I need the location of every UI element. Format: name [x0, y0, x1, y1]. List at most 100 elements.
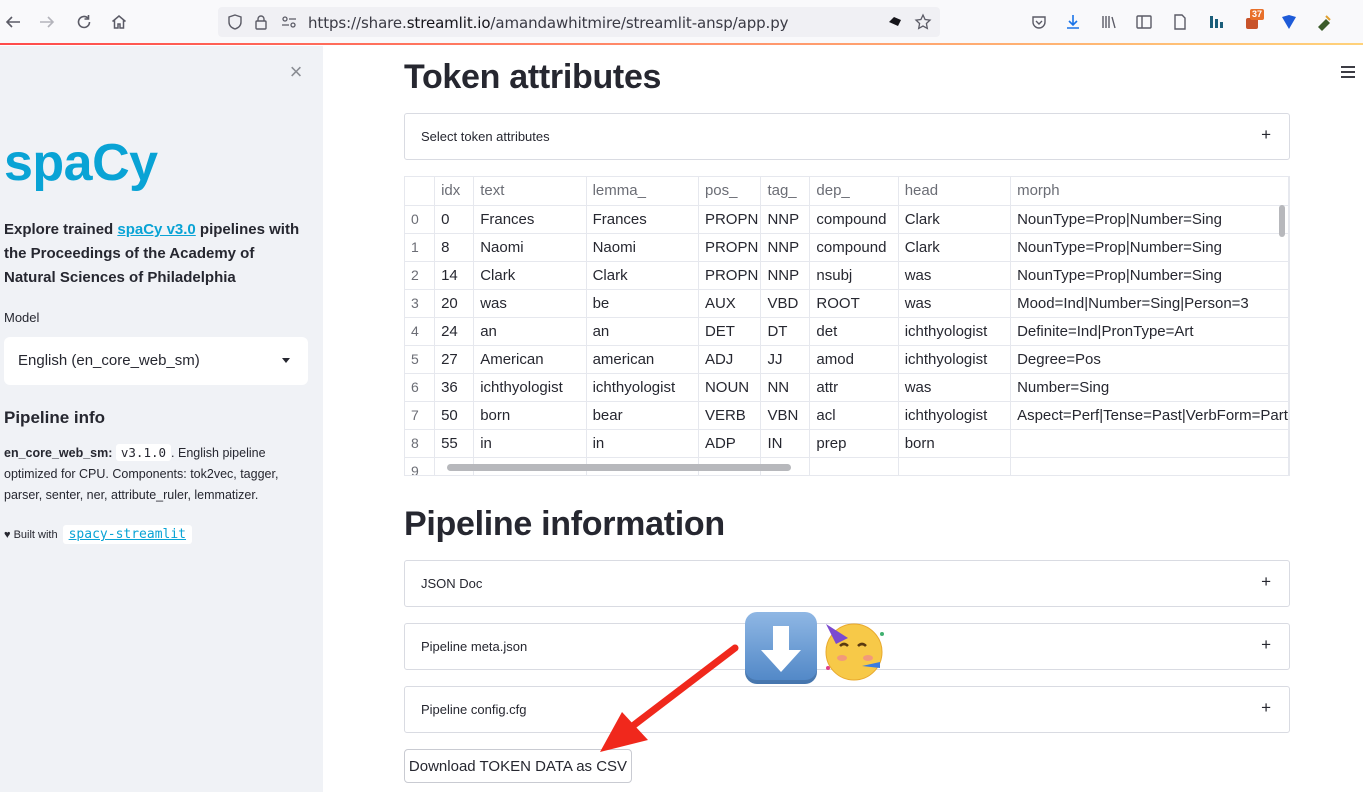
pipeline-version: v3.1.0 [115, 444, 172, 461]
column-header-text[interactable]: text [473, 177, 587, 206]
table-cell: was [898, 289, 1012, 318]
table-cell: acl [809, 401, 899, 430]
intro-prefix: Explore trained [4, 221, 118, 238]
reader-mode-icon[interactable] [886, 13, 904, 31]
table-row[interactable]: 5 27 American american ADJ JJ amod ichthyologis… [405, 345, 1289, 374]
vertical-scrollbar[interactable] [1279, 205, 1285, 237]
bookmark-star-icon[interactable] [914, 13, 932, 31]
table-cell [1010, 429, 1289, 458]
table-cell [809, 457, 899, 475]
stats-extension-icon[interactable] [1206, 12, 1226, 32]
reload-icon[interactable] [71, 9, 97, 35]
table-cell: 0 [434, 205, 475, 234]
url-bar[interactable]: https://share.streamlit.io/amandawhitmir… [218, 7, 940, 37]
expand-plus-icon: + [1261, 698, 1271, 717]
table-row[interactable]: 3 20 was be AUX VBD ROOT was Mood=Ind|Number=Sin… [405, 289, 1289, 318]
table-cell: Mood=Ind|Number=Sing|Person=3 [1010, 289, 1289, 318]
table-cell: VBN [760, 401, 811, 430]
table-row[interactable]: 6 36 ichthyologist ichthyologist NOUN NN attr w… [405, 373, 1289, 402]
lock-icon[interactable] [252, 13, 270, 31]
url-text: https://share.streamlit.io/amandawhitmir… [308, 14, 789, 32]
column-header-pos[interactable]: pos_ [698, 177, 762, 206]
document-icon[interactable] [1170, 12, 1190, 32]
forward-arrow-icon[interactable] [34, 9, 60, 35]
table-cell: an [586, 317, 699, 346]
red-pointer-arrow-icon [600, 644, 739, 752]
row-index-cell: 4 [405, 317, 436, 346]
sidebar: × spaCy Explore trained spaCy v3.0 pipel… [0, 46, 323, 792]
table-row[interactable]: 2 14 Clark Clark PROPN NNP nsubj was NounType=Pr… [405, 261, 1289, 290]
party-face-emoji-icon [825, 623, 884, 681]
horizontal-scrollbar[interactable] [447, 464, 791, 471]
table-cell: NNP [760, 233, 811, 262]
table-cell: compound [809, 205, 899, 234]
table-cell: prep [809, 429, 899, 458]
model-select-value: English (en_core_web_sm) [18, 352, 200, 369]
table-row[interactable]: 7 50 born bear VERB VBN acl ichthyologist Aspect… [405, 401, 1289, 430]
built-with-label: ♥ Built with [4, 528, 58, 541]
shield-extension-icon[interactable] [1279, 12, 1299, 32]
table-cell: born [473, 401, 587, 430]
table-cell: Clark [898, 205, 1012, 234]
table-cell: in [473, 429, 587, 458]
url-host: streamlit.io [406, 14, 491, 32]
library-icon[interactable] [1099, 12, 1119, 32]
sidebar-toggle-icon[interactable] [1134, 12, 1154, 32]
browser-toolbar: https://share.streamlit.io/amandawhitmir… [0, 0, 1363, 45]
table-row[interactable]: 0 0 Frances Frances PROPN NNP compound Clark Nou… [405, 205, 1289, 234]
model-label: Model [4, 310, 40, 325]
table-row[interactable]: 4 24 an an DET DT det ichthyologist Definite=Ind… [405, 317, 1289, 346]
intro-text: Explore trained spaCy v3.0 pipelines wit… [4, 218, 309, 290]
pocket-icon[interactable] [1029, 12, 1049, 32]
table-cell: amod [809, 345, 899, 374]
table-cell: american [586, 345, 699, 374]
addon-icon[interactable] [1314, 12, 1334, 32]
column-header-tag[interactable]: tag_ [760, 177, 811, 206]
back-arrow-icon[interactable] [0, 9, 26, 35]
model-select[interactable]: English (en_core_web_sm) [4, 337, 308, 385]
column-header-head[interactable]: head [898, 177, 1012, 206]
table-cell: NounType=Prop|Number=Sing [1010, 261, 1289, 290]
url-prefix: https://share. [308, 14, 407, 32]
hamburger-menu-icon[interactable] [1341, 66, 1355, 80]
table-cell: Aspect=Perf|Tense=Past|VerbForm=Part [1010, 401, 1289, 430]
home-icon[interactable] [106, 9, 132, 35]
tab-accent-line [0, 43, 1363, 45]
json-doc-label: JSON Doc [421, 576, 483, 591]
pipeline-name: en_core_web_sm: [4, 446, 113, 460]
pipeline-config-expander[interactable]: Pipeline config.cfg + [404, 686, 1290, 733]
table-cell: NounType=Prop|Number=Sing [1010, 233, 1289, 262]
table-cell: PROPN [698, 261, 762, 290]
table-cell: DET [698, 317, 762, 346]
table-cell: PROPN [698, 233, 762, 262]
close-icon[interactable]: × [284, 60, 308, 84]
pipeline-info-text: en_core_web_sm: v3.1.0. English pipeline… [4, 442, 304, 506]
index-header-cell [405, 177, 436, 206]
select-token-attributes-label: Select token attributes [421, 129, 550, 144]
table-row[interactable]: 1 8 Naomi Naomi PROPN NNP compound Clark NounTyp… [405, 233, 1289, 262]
table-cell: 8 [434, 233, 475, 262]
column-header-morph[interactable]: morph [1010, 177, 1289, 206]
downloads-icon[interactable] [1063, 12, 1083, 32]
spacy-streamlit-link[interactable]: spacy-streamlit [62, 525, 193, 544]
column-header-idx[interactable]: idx [434, 177, 475, 206]
table-cell: ADP [698, 429, 762, 458]
token-table[interactable]: idx text lemma_ pos_ tag_ dep_ head morph 0 0 Fra… [404, 176, 1290, 476]
table-cell: 27 [434, 345, 475, 374]
table-cell: be [586, 289, 699, 318]
table-row[interactable]: 8 55 in in ADP IN prep born [405, 429, 1289, 458]
table-cell: Degree=Pos [1010, 345, 1289, 374]
permissions-icon[interactable] [280, 13, 298, 31]
json-doc-expander[interactable]: JSON Doc + [404, 560, 1290, 607]
table-cell: born [898, 429, 1012, 458]
table-cell: 50 [434, 401, 475, 430]
select-token-attributes-expander[interactable]: Select token attributes + [404, 113, 1290, 160]
column-header-lemma[interactable]: lemma_ [586, 177, 699, 206]
row-index-cell: 7 [405, 401, 436, 430]
table-cell: Definite=Ind|PronType=Art [1010, 317, 1289, 346]
spacy-version-link[interactable]: spaCy v3.0 [117, 221, 195, 238]
shield-icon[interactable] [226, 13, 244, 31]
table-cell: 36 [434, 373, 475, 402]
column-header-dep[interactable]: dep_ [809, 177, 899, 206]
table-cell: 55 [434, 429, 475, 458]
